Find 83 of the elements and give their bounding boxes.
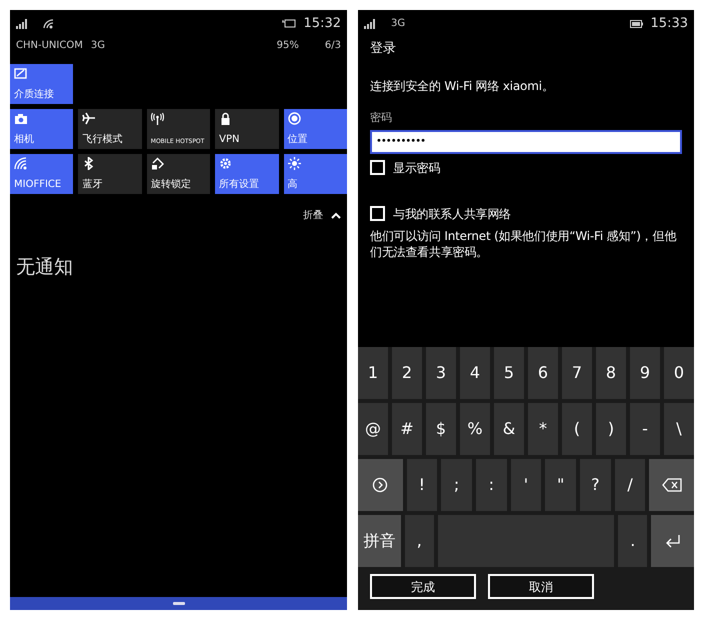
quick-action-tile[interactable]: 飞行模式 (78, 108, 142, 148)
quick-action-tile[interactable]: 旋转锁定 (146, 154, 210, 194)
battery-icon (630, 20, 643, 28)
brightness-icon (288, 156, 301, 170)
password-label: 密码 (370, 110, 393, 126)
keyboard-key[interactable]: 0 (664, 347, 694, 399)
keyboard-key[interactable]: 7 (562, 347, 592, 399)
settings-icon (219, 156, 232, 170)
keyboard-key[interactable]: ! (406, 459, 438, 511)
keyboard-key[interactable]: ( (562, 403, 592, 455)
connect-message: 连接到安全的 Wi-Fi 网络 xiaomi。 (370, 78, 555, 94)
keyboard-key[interactable]: . (618, 515, 648, 567)
network-type: 3G (391, 17, 406, 32)
keyboard-key[interactable]: 拼音 (358, 515, 401, 567)
bluetooth-icon (82, 156, 96, 170)
carrier-name: CHN-UNICOM (16, 38, 83, 52)
battery-percent: 95% (276, 38, 299, 52)
airplane-icon (82, 112, 96, 124)
keyboard-key[interactable]: ; (441, 459, 472, 511)
password-field[interactable]: •••••••••• (370, 130, 682, 154)
keyboard-key[interactable]: $ (426, 403, 456, 455)
keyboard-key[interactable]: * (528, 403, 558, 455)
keyboard-key[interactable]: 6 (528, 347, 558, 399)
keyboard-key[interactable]: ' (510, 459, 542, 511)
wifi-icon (14, 156, 27, 170)
keyboard-key[interactable]: 4 (460, 347, 490, 399)
more-key[interactable] (358, 459, 403, 511)
keyboard-key[interactable]: ? (580, 459, 611, 511)
keyboard-key[interactable]: 1 (358, 347, 388, 399)
signal-icon (16, 18, 27, 29)
keyboard-key[interactable]: 3 (426, 347, 456, 399)
share-note: 他们可以访问 Internet (如果他们使用“Wi-Fi 感知”)，但他们无法查看共享密码。 (370, 228, 678, 260)
chevron-circle-icon (372, 477, 388, 493)
keyboard-key[interactable]: & (494, 403, 524, 455)
quick-action-tile[interactable]: 相机 (10, 108, 74, 148)
hotspot-icon (150, 112, 164, 124)
checkbox-label[interactable]: 与我的联系人共享网络 (393, 206, 512, 222)
keyboard-key[interactable]: ) (596, 403, 626, 455)
collapse-button[interactable]: 折叠 (303, 208, 341, 222)
keyboard-key[interactable]: / (614, 459, 646, 511)
checkbox[interactable] (370, 160, 385, 175)
clock-time: 15:33 (650, 15, 688, 33)
keyboard-key[interactable]: 2 (392, 347, 422, 399)
quick-action-tile[interactable]: 高 (284, 154, 347, 194)
keyboard-key[interactable]: % (460, 403, 490, 455)
camera-icon (14, 112, 27, 124)
action-button[interactable]: 完成 (370, 574, 476, 599)
quick-action-tile[interactable]: 介质连接 (10, 64, 74, 104)
checkbox[interactable] (370, 206, 385, 221)
keyboard-key[interactable]: - (630, 403, 660, 455)
keyboard-key[interactable]: 9 (630, 347, 660, 399)
clock-time: 15:32 (304, 15, 341, 33)
backspace-icon (662, 478, 682, 492)
lock-icon (219, 112, 232, 124)
location-icon (288, 112, 301, 124)
empty-notifications-text: 无通知 (15, 254, 74, 280)
keyboard-key[interactable]: @ (358, 403, 388, 455)
minimize-icon (172, 602, 184, 605)
keyboard-key[interactable]: \ (664, 403, 694, 455)
chevron-icon (331, 212, 341, 218)
wifi-icon (43, 18, 54, 29)
keyboard-key[interactable]: , (404, 515, 434, 567)
keyboard-key[interactable]: 8 (596, 347, 626, 399)
enter-icon (664, 534, 681, 548)
battery-icon (282, 19, 296, 28)
action-button[interactable]: 取消 (488, 574, 594, 599)
keyboard-key[interactable]: 5 (494, 347, 524, 399)
backspace-key[interactable] (649, 459, 694, 511)
keyboard-key[interactable]: " (545, 459, 576, 511)
display-icon (14, 66, 27, 80)
quick-action-tile[interactable]: MIOFFICE (10, 154, 74, 194)
quick-action-tile[interactable]: 位置 (284, 108, 347, 148)
quick-action-tile[interactable]: 所有设置 (215, 154, 279, 194)
checkbox-label[interactable]: 显示密码 (393, 160, 440, 176)
keyboard-key[interactable]: : (476, 459, 507, 511)
signal-icon (364, 18, 375, 29)
date-text: 6/3 (324, 38, 341, 52)
page-title: 登录 (370, 40, 397, 58)
network-type: 3G (90, 38, 105, 52)
quick-action-tile[interactable]: 蓝牙 (78, 154, 142, 194)
quick-action-tile[interactable]: VPN (215, 108, 279, 148)
rotation-lock-icon (150, 156, 164, 170)
keyboard-key[interactable]: # (392, 403, 422, 455)
